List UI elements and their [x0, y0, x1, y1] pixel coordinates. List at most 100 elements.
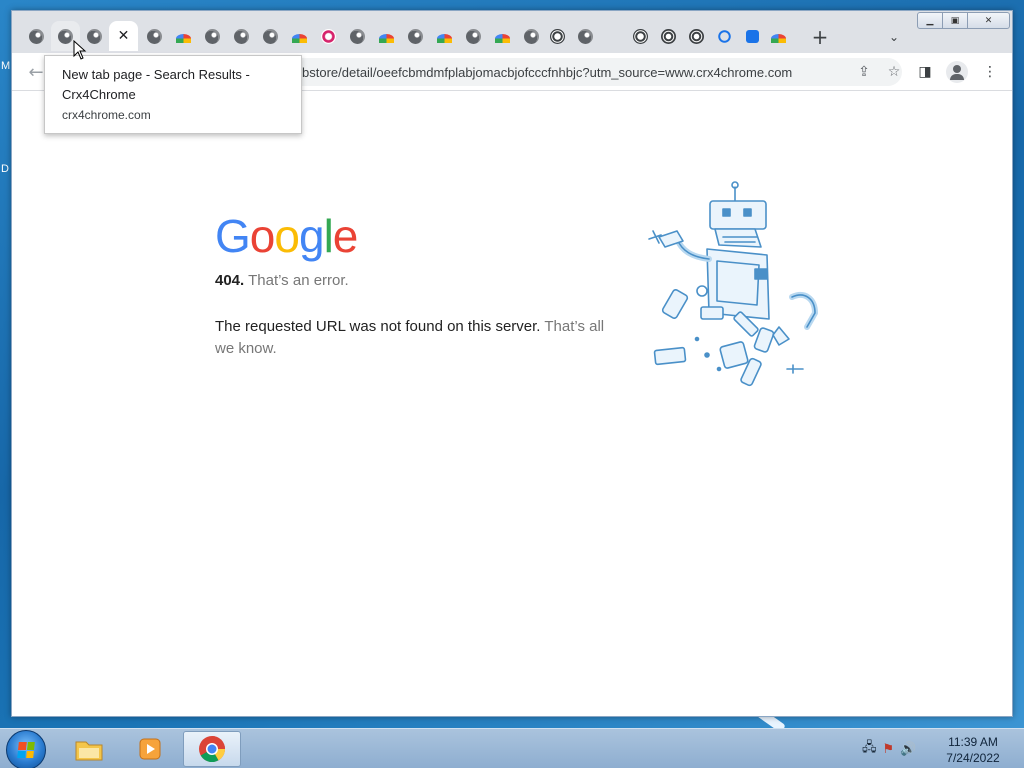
browser-tab[interactable] [285, 21, 314, 51]
globe-icon [466, 28, 481, 44]
tooltip-domain: crx4chrome.com [62, 108, 151, 122]
browser-tab[interactable] [710, 21, 739, 51]
maximize-icon: ▣ [950, 15, 960, 26]
globe-icon [58, 28, 73, 44]
network-icon[interactable]: 🖧 [862, 738, 877, 760]
person-icon-body [950, 74, 964, 80]
browser-tab[interactable] [517, 21, 546, 51]
rainbow-icon [771, 33, 786, 43]
volume-icon[interactable]: 🔊 [900, 742, 916, 757]
globe-icon [29, 28, 44, 44]
minimize-button[interactable]: ▁ [917, 12, 943, 29]
rainbow-icon [379, 33, 394, 43]
tab-search-button[interactable]: ⌄ [882, 27, 906, 47]
globe-icon [263, 28, 278, 44]
browser-tab[interactable] [22, 21, 51, 51]
browser-tab[interactable] [140, 21, 169, 51]
rainbow-icon [176, 33, 191, 43]
browser-tab[interactable] [256, 21, 285, 51]
close-icon: ✕ [984, 15, 993, 26]
desktop-edge-label: M [1, 60, 11, 72]
broken-robot-illustration [648, 181, 818, 387]
google-logo-letter: e [332, 210, 359, 262]
browser-tab[interactable] [169, 21, 198, 51]
taskbar: 🖧 ⚑ 🔊 11:39 AM 7/24/2022 [0, 728, 1024, 768]
globe-icon [578, 28, 593, 44]
rainbow-icon [495, 33, 510, 43]
google-logo-letter: o [249, 210, 276, 262]
taskbar-explorer-button[interactable] [60, 731, 118, 767]
globe-icon [205, 28, 220, 44]
globe-icon [524, 28, 539, 44]
back-arrow-icon: ← [28, 61, 44, 83]
globe-icon [87, 28, 102, 44]
browser-tab[interactable] [343, 21, 372, 51]
browser-tab[interactable] [488, 21, 517, 51]
globe-icon [147, 28, 162, 44]
profile-avatar[interactable] [946, 61, 968, 83]
rainbow-icon [292, 33, 307, 43]
taskbar-chrome-button[interactable] [183, 731, 241, 767]
side-panel-icon[interactable]: ◨ [915, 63, 935, 81]
globe-icon [350, 28, 365, 44]
google-logo-letter: o [274, 210, 300, 262]
globe-icon [408, 28, 423, 44]
error-heading: 404. That’s an error. [215, 272, 349, 289]
browser-tab[interactable] [764, 21, 793, 51]
new-tab-button[interactable]: + [808, 25, 832, 49]
browser-tab[interactable] [654, 21, 683, 51]
browser-tab[interactable] [738, 21, 767, 51]
browser-tab[interactable] [543, 21, 572, 51]
dark-globe-icon [550, 28, 565, 44]
mouse-cursor-icon [73, 40, 87, 60]
menu-kebab-icon[interactable]: ⋮ [980, 63, 1000, 81]
url-text: bstore/detail/oeefcbmdmfplabjomacbjofccc… [302, 65, 793, 80]
clock-time: 11:39 AM [948, 735, 998, 749]
start-button[interactable] [6, 730, 46, 768]
browser-tab[interactable] [459, 21, 488, 51]
error-code: 404. [215, 272, 245, 289]
person-icon [953, 65, 961, 73]
error-text: That’s an error. [248, 272, 349, 289]
error-description: The requested URL was not found on this … [215, 316, 615, 360]
rainbow-icon [437, 33, 452, 43]
minimize-icon: ▁ [926, 15, 934, 26]
globe-icon [234, 28, 249, 44]
taskbar-media-player-button[interactable] [121, 731, 179, 767]
desktop-edge-label: D [1, 163, 9, 175]
windows-logo-red [18, 742, 27, 750]
browser-tab[interactable] [227, 21, 256, 51]
tooltip-title: New tab page - Search Results - Crx4Chro… [62, 67, 250, 102]
maximize-button[interactable]: ▣ [942, 12, 968, 29]
close-tab-icon[interactable]: ✕ [118, 28, 130, 44]
browser-tab[interactable] [430, 21, 459, 51]
bookmark-star-icon[interactable]: ☆ [884, 63, 904, 81]
browser-tab[interactable] [682, 21, 711, 51]
chrome-icon [689, 28, 704, 44]
action-center-flag-icon[interactable]: ⚑ [883, 742, 895, 757]
tab-hover-tooltip: New tab page - Search Results - Crx4Chro… [44, 55, 302, 134]
google-logo-letter: l [323, 210, 334, 262]
puzzle-icon [746, 29, 759, 43]
browser-tab[interactable] [401, 21, 430, 51]
instagram-icon [321, 28, 336, 44]
system-tray: 🖧 ⚑ 🔊 [862, 737, 916, 761]
browser-tab[interactable] [571, 21, 600, 51]
windows-logo-yellow [25, 750, 34, 758]
close-window-button[interactable]: ✕ [967, 12, 1010, 29]
folder-icon [75, 741, 103, 761]
google-logo-letter: G [215, 210, 251, 262]
browser-tab[interactable] [372, 21, 401, 51]
history-icon [717, 28, 732, 44]
share-icon[interactable]: ⇪ [854, 63, 874, 81]
windows-logo-blue [17, 750, 26, 758]
page-content: Google 404. That’s an error. The request… [12, 91, 1012, 716]
chrome-icon [199, 736, 226, 763]
system-clock[interactable]: 11:39 AM 7/24/2022 [933, 734, 1013, 766]
browser-tab[interactable]: ✕ [109, 21, 138, 51]
browser-tab[interactable] [626, 21, 655, 51]
browser-tab[interactable] [198, 21, 227, 51]
media-player-icon [139, 738, 161, 760]
browser-tab[interactable] [314, 21, 343, 51]
windows-logo-green [26, 742, 35, 750]
